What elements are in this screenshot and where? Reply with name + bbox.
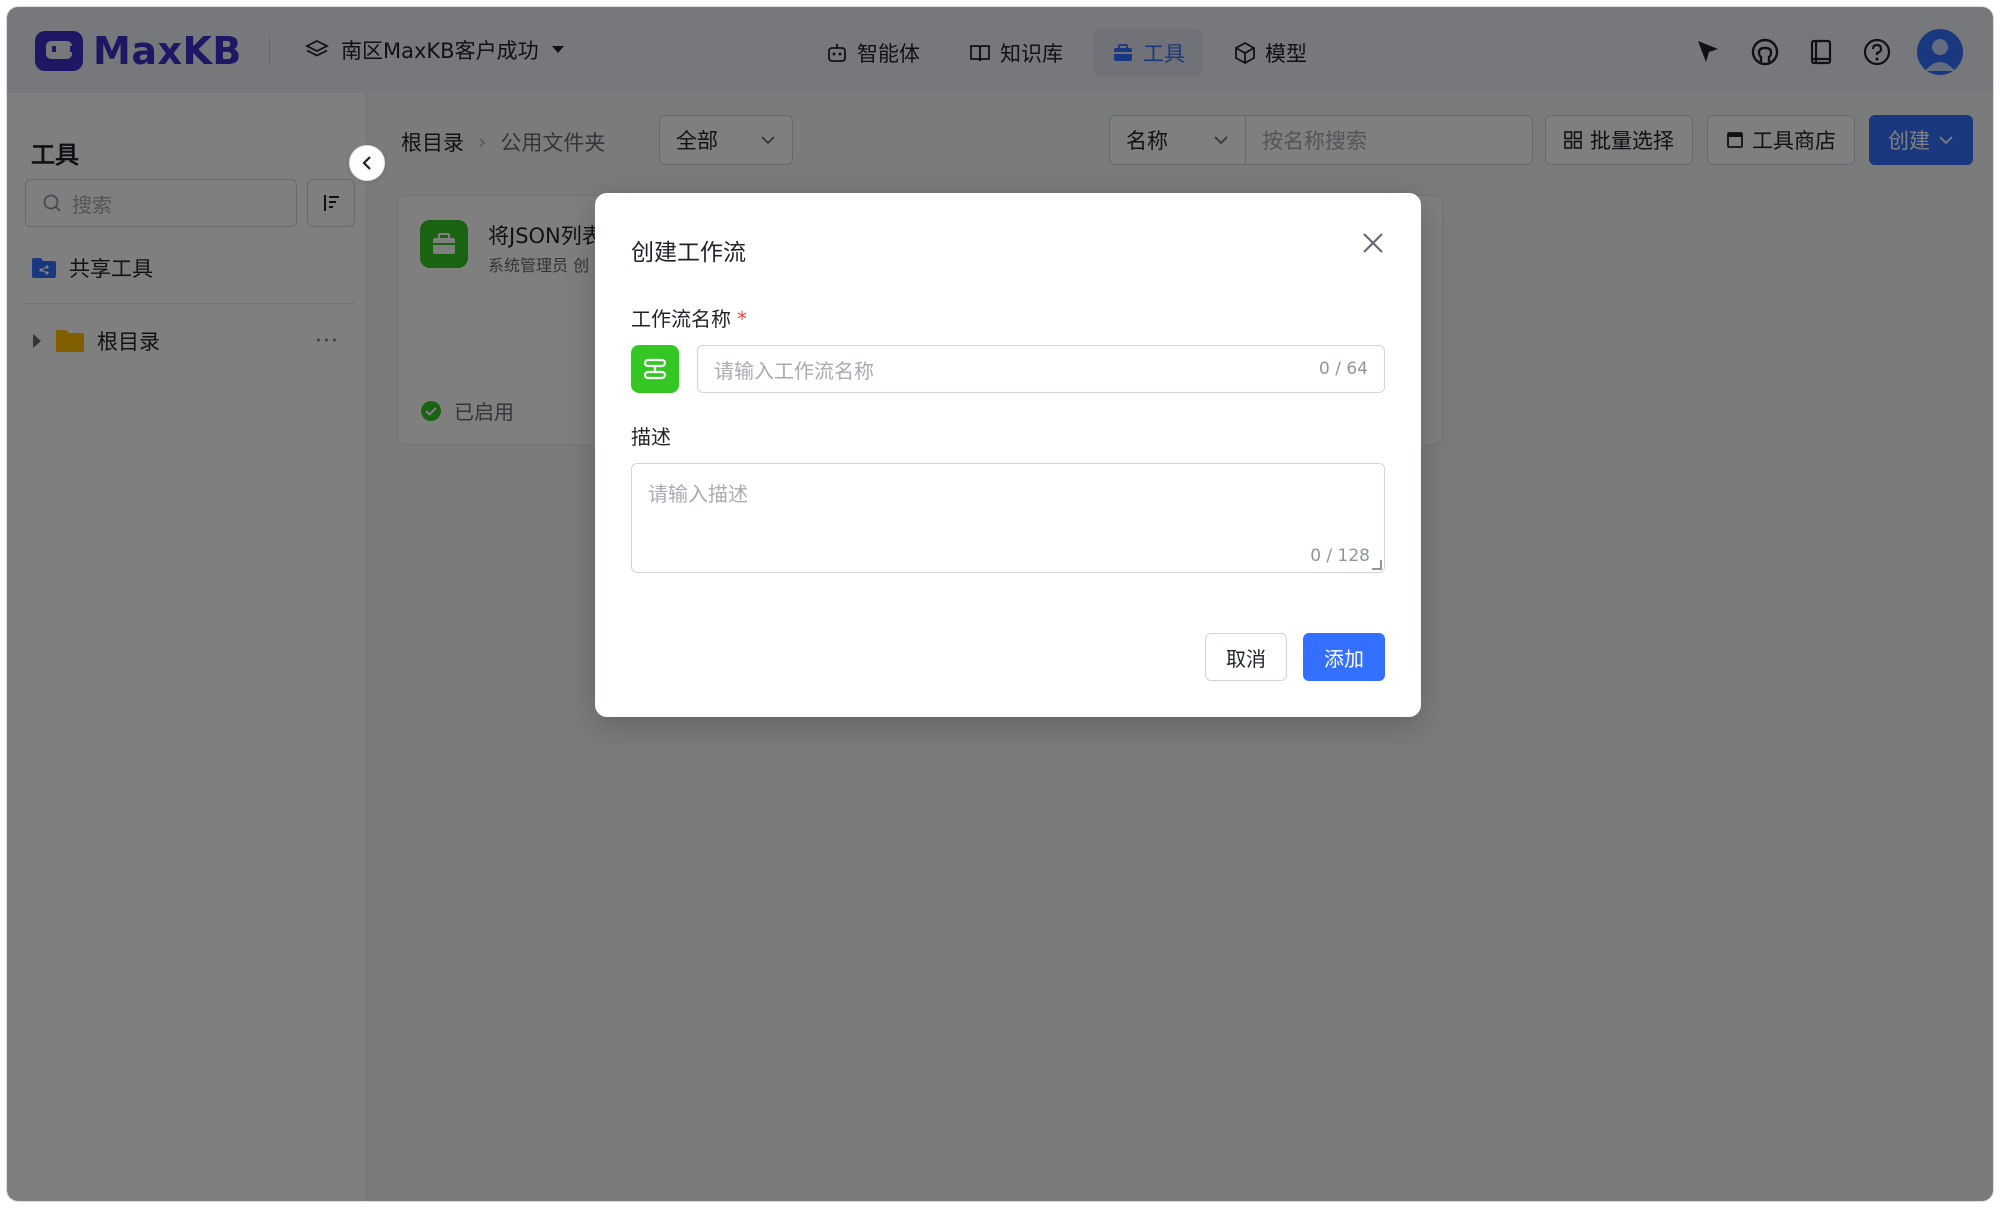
- cancel-button[interactable]: 取消: [1205, 633, 1287, 681]
- resize-handle-icon[interactable]: [1372, 560, 1382, 570]
- description-label: 描述: [631, 425, 671, 449]
- description-placeholder: 请输入描述: [648, 482, 748, 506]
- required-mark: *: [737, 307, 747, 331]
- workflow-name-placeholder: 请输入工作流名称: [714, 358, 874, 383]
- workflow-name-count: 0 / 64: [1319, 359, 1368, 379]
- close-icon[interactable]: [1359, 229, 1387, 257]
- workflow-name-label: 工作流名称 *: [631, 303, 747, 332]
- app-window: MaxKB 南区MaxKB客户成功 智能体 知识库 工具 模型: [6, 6, 1994, 1202]
- dialog-title: 创建工作流: [631, 240, 746, 266]
- create-workflow-dialog: 创建工作流 工作流名称 * 请输入工作流名称 0 / 64 描述 请输入描述 0 …: [595, 193, 1421, 717]
- add-button[interactable]: 添加: [1303, 633, 1385, 681]
- chevron-left-icon: [362, 156, 371, 170]
- workflow-name-input[interactable]: 请输入工作流名称 0 / 64: [697, 345, 1385, 393]
- description-textarea[interactable]: 请输入描述 0 / 128: [631, 463, 1385, 573]
- workflow-name-label-text: 工作流名称: [631, 307, 731, 331]
- workflow-icon[interactable]: [631, 345, 679, 393]
- collapse-sidebar-button[interactable]: [349, 145, 385, 181]
- description-count: 0 / 128: [1310, 546, 1370, 566]
